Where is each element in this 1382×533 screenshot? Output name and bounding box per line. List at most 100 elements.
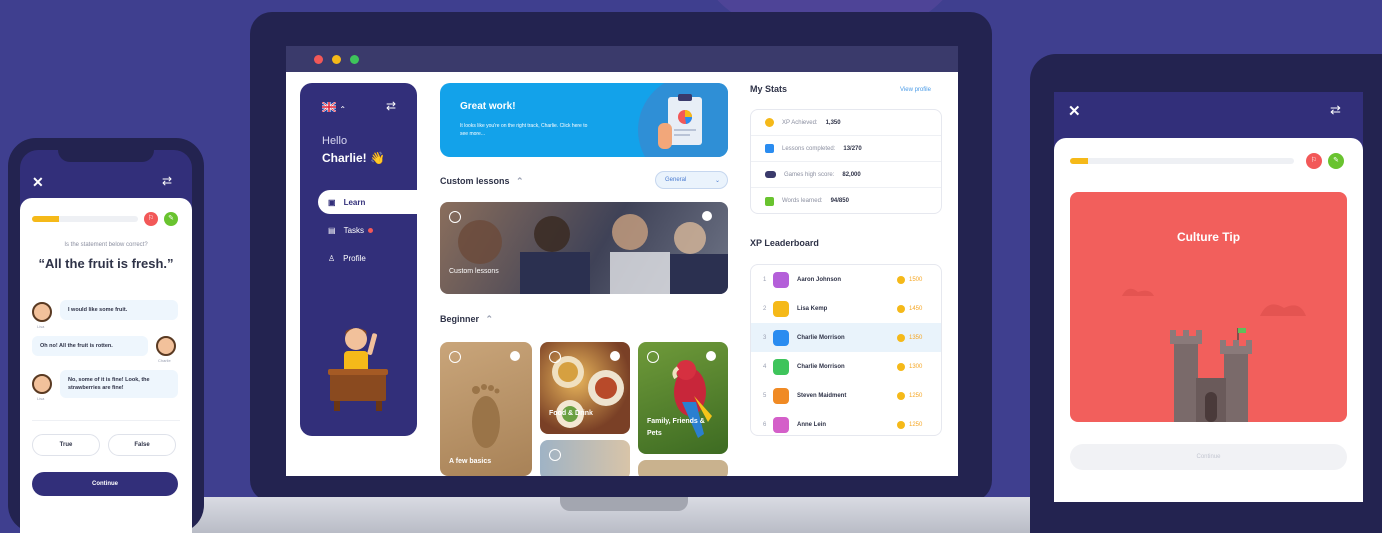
custom-lessons-card[interactable]: Custom lessons	[440, 202, 728, 294]
close-window-dot[interactable]	[314, 54, 323, 64]
stat-lessons: Lessons completed: 13/270	[751, 136, 941, 162]
player-name: Charlie Morrison	[797, 363, 845, 370]
play-icon[interactable]	[549, 449, 561, 461]
stat-label: Games high score:	[784, 171, 835, 178]
book-icon	[765, 196, 774, 206]
uk-flag-icon	[321, 101, 339, 115]
tablet-screen: ✕ ⇄ ⚐ ✎ Culture Tip Continue	[1054, 92, 1363, 502]
player-xp: 1450	[909, 305, 923, 312]
speaker-label: Lisa	[37, 396, 45, 401]
lesson-card-more[interactable]	[638, 460, 728, 476]
stat-value: 94/850	[830, 198, 849, 204]
language-selector[interactable]: ⌃	[321, 101, 346, 115]
chevron-up-icon[interactable]: ⌃	[516, 176, 524, 186]
culture-tip-card: Culture Tip	[1070, 192, 1347, 422]
close-icon[interactable]: ✕	[1068, 102, 1081, 120]
coin-icon	[897, 304, 905, 313]
player-xp: 1250	[909, 392, 923, 399]
swap-icon[interactable]: ⇄	[1330, 102, 1341, 118]
minimize-window-dot[interactable]	[332, 54, 341, 64]
chevron-up-icon[interactable]: ⌃	[486, 314, 494, 324]
maximize-window-dot[interactable]	[350, 54, 359, 64]
play-icon[interactable]	[549, 351, 561, 363]
coin-icon	[897, 333, 905, 342]
lesson-filter-select[interactable]: General ⌄	[655, 171, 728, 189]
player-xp: 1500	[909, 276, 923, 283]
stat-label: XP Achieved:	[782, 119, 818, 126]
stat-words: Words learned: 94/850	[751, 188, 941, 214]
rank: 3	[763, 334, 767, 341]
chat-message: I would like some fruit.	[60, 300, 178, 320]
chat-message: No, some of it is fine! Look, the strawb…	[60, 370, 178, 398]
leaderboard-row-current-user[interactable]: 3 Charlie Morrison 1350	[751, 323, 941, 352]
avatar	[773, 387, 789, 404]
phone-frame: ✕ ⇄ ⚐ ✎ Is the statement below correct? …	[8, 138, 204, 533]
report-icon[interactable]: ⚐	[144, 212, 158, 226]
answer-true-button[interactable]: True	[32, 434, 100, 456]
question-prompt: Is the statement below correct?	[64, 242, 148, 248]
sidebar-item-learn[interactable]: ▣ Learn	[318, 190, 417, 214]
continue-button[interactable]: Continue	[1070, 444, 1347, 470]
swap-icon[interactable]: ⇄	[386, 99, 396, 113]
notification-badge	[368, 227, 374, 233]
add-icon[interactable]	[706, 351, 716, 361]
avatar	[773, 329, 789, 346]
leaderboard-row[interactable]: 6 Anne Lein 1250	[751, 410, 941, 435]
tablet-frame: ✕ ⇄ ⚐ ✎ Culture Tip Continue	[1030, 54, 1382, 533]
player-name: Aaron Johnson	[797, 276, 842, 283]
progress-banner[interactable]: Great work! It looks like you're on the …	[440, 83, 728, 157]
speaker-label: Charlie	[158, 358, 171, 363]
leaderboard-row[interactable]: 5 Steven Maidment 1250	[751, 381, 941, 410]
sidebar-item-profile[interactable]: ♙ Profile	[318, 246, 414, 270]
sidebar: ⌃ ⇄ Hello Charlie! 👋 ▣ Learn ▤ Tasks ♙ P…	[300, 83, 417, 436]
report-icon[interactable]: ⚐	[1306, 153, 1322, 169]
sidebar-item-label: Tasks	[343, 225, 365, 235]
lesson-card-basics[interactable]: A few basics	[440, 342, 532, 476]
section-label: Custom lessons	[440, 176, 510, 186]
sidebar-item-tasks[interactable]: ▤ Tasks	[318, 218, 414, 242]
students-photo	[458, 214, 728, 294]
play-icon[interactable]	[647, 351, 659, 363]
leaderboard-row[interactable]: 1 Aaron Johnson 1500	[751, 265, 941, 294]
check-icon	[449, 351, 461, 363]
hint-icon[interactable]: ✎	[1328, 153, 1344, 169]
stat-value: 82,000	[842, 171, 861, 178]
divider	[32, 420, 180, 421]
card-label: Family, Friends & Pets	[647, 418, 705, 437]
leaderboard-row[interactable]: 2 Lisa Kemp 1450	[751, 294, 941, 323]
leaderboard-row[interactable]: 4 Charlie Morrison 1300	[751, 352, 941, 381]
user-icon: ♙	[328, 253, 336, 263]
hint-icon[interactable]: ✎	[164, 212, 178, 226]
play-icon[interactable]	[449, 211, 461, 223]
tasks-icon: ▤	[328, 225, 336, 235]
card-label: Food & Drink	[549, 410, 593, 417]
phone-notch	[58, 146, 154, 162]
lesson-card-more[interactable]	[540, 440, 630, 476]
lesson-progress-bar	[1070, 158, 1294, 164]
mascot-illustration	[326, 323, 390, 418]
view-profile-link[interactable]: View profile	[900, 87, 931, 93]
my-stats-title: My Stats	[750, 84, 788, 94]
card-label: A few basics	[449, 458, 492, 465]
add-icon[interactable]	[610, 351, 620, 361]
leaderboard-title: XP Leaderboard	[750, 238, 819, 248]
lesson-card-family[interactable]: Family, Friends & Pets	[638, 342, 728, 454]
continue-button[interactable]: Continue	[32, 472, 178, 496]
lesson-card-food[interactable]: Food & Drink	[540, 342, 630, 434]
stat-games: Games high score: 82,000	[751, 162, 941, 188]
swap-icon[interactable]: ⇄	[162, 174, 172, 188]
close-icon[interactable]: ✕	[32, 174, 44, 191]
stat-value: 1,350	[825, 119, 841, 126]
rank: 4	[763, 363, 767, 370]
answer-false-button[interactable]: False	[108, 434, 176, 456]
add-icon[interactable]	[510, 351, 520, 361]
section-label: Beginner	[440, 314, 480, 324]
coin-icon	[897, 362, 905, 371]
custom-lessons-title: Custom lessons ⌃	[440, 176, 524, 187]
player-xp: 1300	[909, 363, 923, 370]
coin-icon	[765, 118, 774, 127]
castle-illustration	[1122, 288, 1306, 422]
progress-fill	[32, 216, 59, 222]
sidebar-item-label: Learn	[343, 197, 366, 207]
add-icon[interactable]	[702, 211, 712, 221]
